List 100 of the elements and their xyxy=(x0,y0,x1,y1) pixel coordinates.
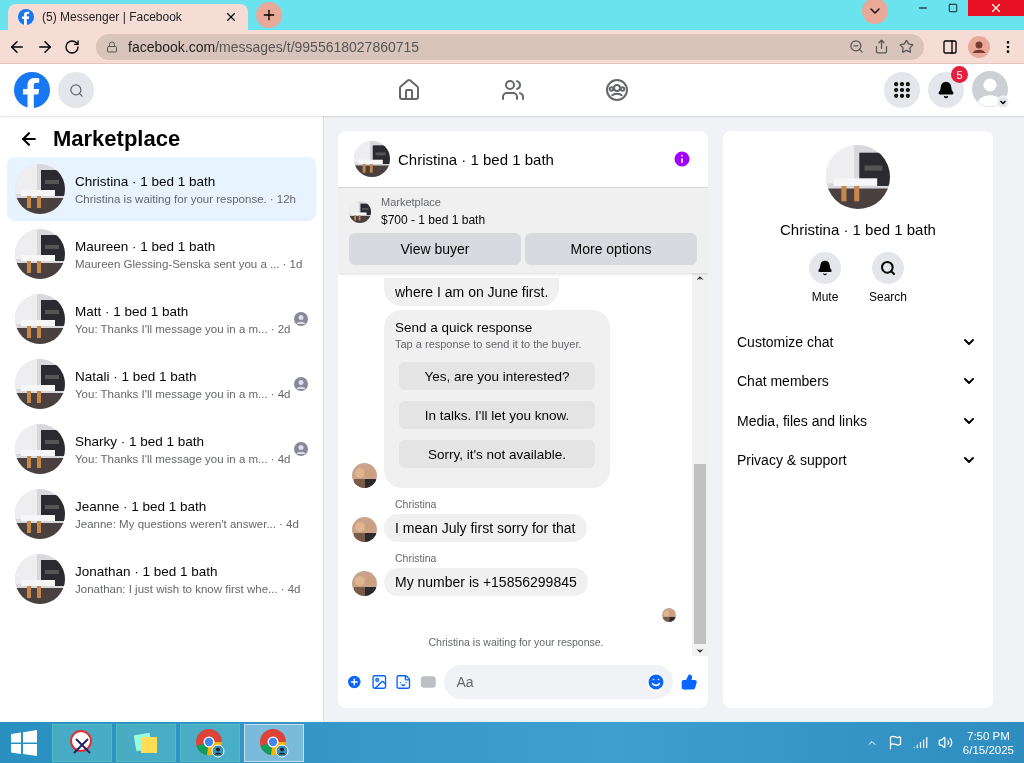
sidebar-title: Marketplace xyxy=(53,126,181,152)
conversation-name: Matt · 1 bed 1 bath xyxy=(75,303,190,319)
conversation-preview: Maureen Glessing-Senska sent you a ... xyxy=(75,257,280,270)
section-header[interactable]: Customize chat xyxy=(723,322,993,362)
quick-response-title: Send a quick response xyxy=(395,320,534,335)
conversation-item[interactable]: Matt · 1 bed 1 bath You: Thanks I'll message you in a m... · 2d xyxy=(7,287,316,351)
conversation-time: · 2d xyxy=(270,322,291,335)
conversation-name: Jonathan · 1 bed 1 bath xyxy=(75,563,219,579)
flag-icon[interactable] xyxy=(887,735,903,750)
scroll-down-icon[interactable] xyxy=(695,646,705,656)
grid-icon xyxy=(892,80,912,100)
conversation-item[interactable]: Jonathan · 1 bed 1 bath Jonathan: I just wish to know first whe... · 4d xyxy=(7,547,316,611)
tab-search-button[interactable] xyxy=(862,0,888,24)
sender-name: Christina xyxy=(394,498,438,510)
quick-reply-button[interactable]: In talks. I'll let you know. xyxy=(399,401,595,429)
photo-icon[interactable] xyxy=(370,672,388,692)
lock-icon xyxy=(106,40,118,53)
message-bubble: I mean July first sorry for that xyxy=(384,514,587,542)
conversation-item[interactable]: Maureen · 1 bed 1 bath Maureen Glessing-Senska sent you a ... · 1d xyxy=(7,222,316,286)
conversation-item[interactable]: Jeanne · 1 bed 1 bath Jeanne: My questions weren't answer... · 4d xyxy=(7,482,316,546)
friends-icon[interactable] xyxy=(501,78,525,102)
message-bubble: My number is +15856299845 xyxy=(384,568,588,596)
close-icon xyxy=(989,1,1003,15)
menu-button[interactable] xyxy=(884,72,920,108)
section-header[interactable]: Privacy & support xyxy=(723,440,993,480)
search-button[interactable] xyxy=(58,72,94,108)
conversation-preview: You: Thanks I'll message you in a m... xyxy=(75,452,268,465)
banner-label: Marketplace xyxy=(381,196,442,208)
like-icon[interactable] xyxy=(681,672,698,692)
url-path: /messages/t/9955618027860715 xyxy=(215,38,420,55)
message-bubble: where I am on June first. xyxy=(384,278,560,306)
conversation-name: Sharky · 1 bed 1 bath xyxy=(75,433,206,449)
quick-reply-button[interactable]: Yes, are you interested? xyxy=(399,362,595,390)
conversation-time: · 1d xyxy=(282,257,303,270)
conversation-name: Jeanne · 1 bed 1 bath xyxy=(75,498,208,514)
conversation-item[interactable]: Sharky · 1 bed 1 bath You: Thanks I'll message you in a m... · 4d xyxy=(7,417,316,481)
tab-title: (5) Messenger | Facebook xyxy=(42,10,183,24)
notifications-button[interactable] xyxy=(928,72,964,108)
address-bar[interactable]: facebook.com/messages/t/9955618027860715 xyxy=(96,33,924,60)
bell-icon xyxy=(817,260,833,276)
star-icon[interactable] xyxy=(899,39,914,54)
browser-tab[interactable]: (5) Messenger | Facebook xyxy=(8,4,248,30)
conversation-time: · 4d xyxy=(280,582,301,595)
conversation-preview: You: Thanks I'll message you in a m... xyxy=(75,387,268,400)
network-icon[interactable] xyxy=(912,735,928,750)
maximize-icon xyxy=(948,3,958,13)
volume-icon[interactable] xyxy=(937,735,953,750)
clock[interactable]: 7:50 PM 6/15/2025 xyxy=(962,729,1014,756)
new-tab-button[interactable] xyxy=(256,2,282,28)
sticker-icon[interactable] xyxy=(395,672,412,692)
facebook-logo-icon[interactable] xyxy=(18,9,34,25)
conversation-item[interactable]: Natali · 1 bed 1 bath You: Thanks I'll message you in a m... · 4d xyxy=(7,352,316,416)
sender-name: Christina xyxy=(394,552,438,564)
conversation-name: Maureen · 1 bed 1 bath xyxy=(75,238,217,254)
conversation-item[interactable]: Christina · 1 bed 1 bath Christina is waiting for your response. · 12h xyxy=(7,157,316,221)
search-icon xyxy=(68,82,84,98)
groups-icon[interactable] xyxy=(605,78,629,102)
close-icon[interactable] xyxy=(224,10,238,24)
conversation-time: · 4d xyxy=(270,387,291,400)
profile-icon[interactable] xyxy=(968,35,990,58)
message-input[interactable]: Aa xyxy=(444,665,674,699)
bell-icon xyxy=(937,81,955,99)
home-icon[interactable] xyxy=(397,78,421,102)
taskbar-app[interactable] xyxy=(52,723,112,762)
details-name: Christina · 1 bed 1 bath xyxy=(780,221,936,238)
chrome-icon xyxy=(259,727,289,758)
conversation-preview: Jonathan: I just wish to know first whe... xyxy=(75,582,278,595)
share-icon[interactable] xyxy=(874,39,889,54)
windows-icon xyxy=(11,729,37,756)
chat-title: Christina · 1 bed 1 bath xyxy=(398,150,555,168)
scroll-up-icon[interactable] xyxy=(695,273,705,283)
conversation-preview: You: Thanks I'll message you in a m... xyxy=(75,322,268,335)
conversation-name: Christina · 1 bed 1 bath xyxy=(75,173,217,189)
listing-title: $700 - 1 bed 1 bath xyxy=(381,213,486,227)
quick-reply-button[interactable]: Sorry, it's not available. xyxy=(399,440,595,468)
section-header[interactable]: Chat members xyxy=(723,361,993,401)
plus-icon[interactable] xyxy=(346,672,363,692)
conversation-preview: Jeanne: My questions weren't answer... xyxy=(75,517,276,530)
notification-badge: 5 xyxy=(951,66,968,83)
banner-button[interactable]: More options xyxy=(525,233,697,265)
conversation-preview: Christina is waiting for your response. xyxy=(75,192,267,205)
url-host: facebook.com xyxy=(128,38,216,55)
banner-button[interactable]: View buyer xyxy=(349,233,521,265)
scrollbar[interactable] xyxy=(692,273,708,656)
facebook-logo-icon[interactable] xyxy=(14,72,50,108)
info-icon[interactable] xyxy=(672,149,692,169)
zoom-out-icon[interactable] xyxy=(849,39,864,54)
quick-response-subtitle: Tap a response to send it to the buyer. xyxy=(395,338,583,350)
reload-icon[interactable] xyxy=(64,38,80,55)
search-icon xyxy=(880,260,896,276)
conversation-time: · 12h xyxy=(269,192,296,205)
chrome-icon xyxy=(195,727,225,758)
side-panel-icon[interactable] xyxy=(942,38,958,55)
conversation-time: · 4d xyxy=(279,517,299,530)
section-header[interactable]: Media, files and links xyxy=(723,401,993,441)
plus-icon xyxy=(261,7,277,23)
back-icon[interactable] xyxy=(19,129,39,149)
status-text: Christina is waiting for your response. xyxy=(427,636,605,648)
conversation-name: Natali · 1 bed 1 bath xyxy=(75,368,198,384)
conversation-time: · 4d xyxy=(270,452,291,465)
